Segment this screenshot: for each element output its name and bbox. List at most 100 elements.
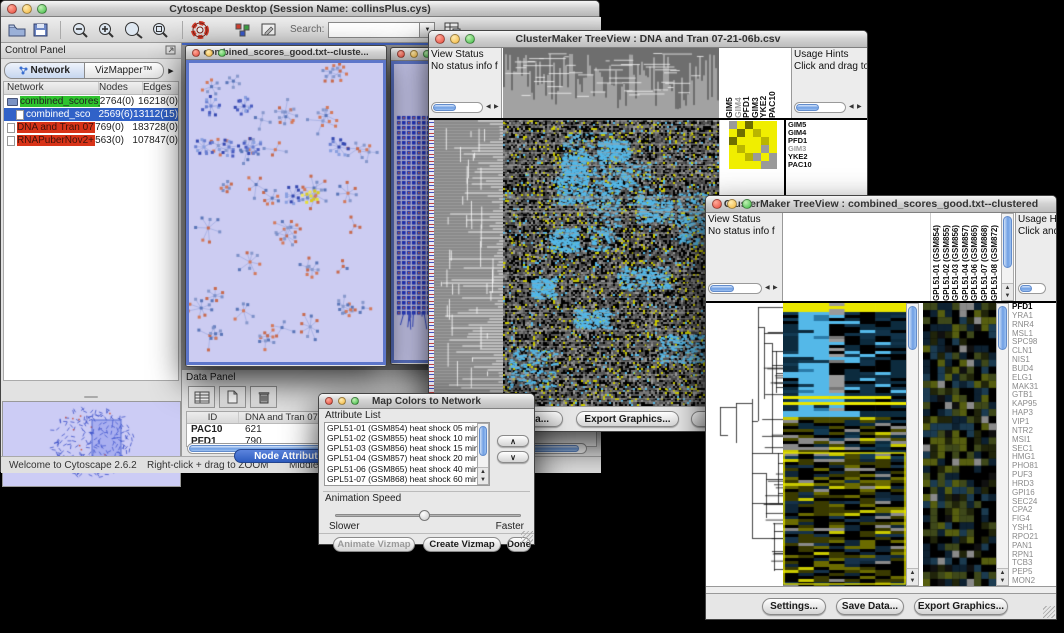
resize-grip[interactable] xyxy=(1043,606,1055,618)
settings-button[interactable]: Settings... xyxy=(762,598,826,615)
col-network[interactable]: Network xyxy=(4,82,99,94)
matrix-cell[interactable] xyxy=(761,129,769,137)
usage-hints-scrollbar[interactable] xyxy=(794,102,846,113)
create-vizmap-button[interactable]: Create Vizmap xyxy=(423,537,501,552)
matrix-cell[interactable] xyxy=(753,145,761,153)
matrix-cell[interactable] xyxy=(745,161,753,169)
minimize-icon[interactable] xyxy=(338,397,346,405)
usage-hints-scrollbar[interactable] xyxy=(1018,283,1046,294)
attribute-list-item[interactable]: GPL51-03 (GSM856) heat shock 15 min xyxy=(327,443,489,453)
zoom-window-icon[interactable] xyxy=(218,49,226,57)
network-table-row[interactable]: combined_sco 2569(6) 13112(15) xyxy=(4,108,178,121)
gene-label[interactable]: MON2 xyxy=(1012,577,1056,586)
scroll-left-icon[interactable]: ◀ xyxy=(765,283,770,294)
matrix-cell[interactable] xyxy=(761,145,769,153)
matrix-cell[interactable] xyxy=(737,129,745,137)
close-icon[interactable] xyxy=(192,49,200,57)
scroll-up-icon[interactable]: ▲ xyxy=(910,569,916,577)
scroll-down-icon[interactable]: ▼ xyxy=(480,476,486,484)
main-title-bar[interactable]: Cytoscape Desktop (Session Name: collins… xyxy=(1,1,599,17)
attribute-select-button[interactable] xyxy=(188,386,215,408)
matrix-cell[interactable] xyxy=(729,145,737,153)
matrix-cell[interactable] xyxy=(761,137,769,145)
tab-vizmapper[interactable]: VizMapper™ xyxy=(85,62,165,79)
column-label[interactable]: GPL51-07 (GSM868) xyxy=(980,213,990,301)
view-status-scrollbar[interactable] xyxy=(431,102,483,113)
animation-slider[interactable] xyxy=(335,510,521,520)
row-dendrogram[interactable] xyxy=(706,303,783,586)
resize-grip[interactable] xyxy=(521,531,533,543)
export-graphics-button[interactable]: Export Graphics... xyxy=(576,411,679,427)
zoom-in-icon[interactable] xyxy=(97,21,117,39)
close-icon[interactable] xyxy=(435,34,445,44)
matrix-cell[interactable] xyxy=(761,121,769,129)
matrix-cell[interactable] xyxy=(769,137,777,145)
vizmapper-icon[interactable] xyxy=(234,22,252,38)
view-status-scrollbar[interactable] xyxy=(708,283,762,294)
matrix-cell[interactable] xyxy=(745,145,753,153)
animate-vizmap-button[interactable]: Animate Vizmap xyxy=(333,537,415,552)
column-dendrogram[interactable] xyxy=(503,48,719,118)
column-label[interactable]: GPL51-06 (GSM865) xyxy=(970,213,980,301)
help-lifesaver-icon[interactable] xyxy=(191,21,210,39)
annotation-icon[interactable] xyxy=(260,22,278,38)
matrix-cell[interactable] xyxy=(769,161,777,169)
minimize-icon[interactable] xyxy=(410,50,418,58)
zoom-fit-icon[interactable] xyxy=(151,21,171,39)
tab-overflow-button[interactable]: ▶ xyxy=(164,67,178,75)
search-input[interactable] xyxy=(328,22,420,38)
matrix-cell[interactable] xyxy=(729,121,737,129)
zoom-selected-icon[interactable] xyxy=(123,21,145,39)
minimize-icon[interactable] xyxy=(22,4,32,14)
column-label[interactable]: GPL51-08 (GSM872) xyxy=(990,213,1000,301)
matrix-cell[interactable] xyxy=(753,129,761,137)
scroll-down-icon[interactable]: ▼ xyxy=(1000,577,1006,585)
minimize-icon[interactable] xyxy=(450,34,460,44)
column-label[interactable]: PAC10 xyxy=(768,48,777,118)
matrix-cell[interactable] xyxy=(761,161,769,169)
matrix-cell[interactable] xyxy=(769,153,777,161)
row-label[interactable]: PAC10 xyxy=(788,161,867,169)
attribute-list-item[interactable]: GPL51-02 (GSM855) heat shock 10 min xyxy=(327,433,489,443)
matrix-cell[interactable] xyxy=(737,121,745,129)
create-attribute-button[interactable] xyxy=(219,386,246,408)
col-nodes[interactable]: Nodes xyxy=(99,82,143,94)
matrix-cell[interactable] xyxy=(737,145,745,153)
save-icon[interactable] xyxy=(32,22,49,38)
network-table-row[interactable]: RNAPuberNov2+ 563(0) 107847(0) xyxy=(4,134,178,147)
matrix-cell[interactable] xyxy=(729,129,737,137)
delete-attribute-button[interactable] xyxy=(250,386,277,408)
heatmap-global-view[interactable] xyxy=(923,303,996,586)
open-file-icon[interactable] xyxy=(7,22,27,38)
zoom-out-icon[interactable] xyxy=(71,21,91,39)
splitter-handle[interactable] xyxy=(84,396,98,398)
close-icon[interactable] xyxy=(397,50,405,58)
scroll-right-icon[interactable]: ▶ xyxy=(857,102,862,113)
matrix-cell[interactable] xyxy=(729,137,737,145)
slider-thumb[interactable] xyxy=(419,510,430,521)
heatmap-main[interactable] xyxy=(503,120,719,406)
col-edges[interactable]: Edges xyxy=(143,82,178,94)
attribute-listbox[interactable]: GPL51-01 (GSM854) heat shock 05 minGPL51… xyxy=(324,422,490,486)
export-graphics-button[interactable]: Export Graphics... xyxy=(914,598,1008,615)
scroll-down-icon[interactable]: ▼ xyxy=(1005,292,1011,300)
save-data-button[interactable]: Save Data... xyxy=(836,598,904,615)
scroll-up-icon[interactable]: ▲ xyxy=(480,468,486,476)
column-dendrogram-area[interactable] xyxy=(784,213,931,301)
matrix-cell[interactable] xyxy=(745,137,753,145)
matrix-cell[interactable] xyxy=(753,153,761,161)
column-label[interactable]: GPL51-03 (GSM856) xyxy=(951,213,961,301)
network-table-row[interactable]: DNA and Tran 07 769(0) 183728(0) xyxy=(4,121,178,134)
scroll-up-icon[interactable]: ▲ xyxy=(1000,569,1006,577)
network-canvas[interactable] xyxy=(189,63,383,362)
matrix-cell[interactable] xyxy=(753,161,761,169)
scroll-right-icon[interactable]: ▶ xyxy=(773,283,778,294)
column-labels-scrollbar[interactable]: ▲▼ xyxy=(1001,213,1014,301)
close-icon[interactable] xyxy=(325,397,333,405)
close-icon[interactable] xyxy=(712,199,722,209)
matrix-cell[interactable] xyxy=(729,153,737,161)
matrix-cell[interactable] xyxy=(769,129,777,137)
move-down-button[interactable]: ∨ xyxy=(497,451,529,463)
scroll-down-icon[interactable]: ▼ xyxy=(910,577,916,585)
zoom-window-icon[interactable] xyxy=(37,4,47,14)
